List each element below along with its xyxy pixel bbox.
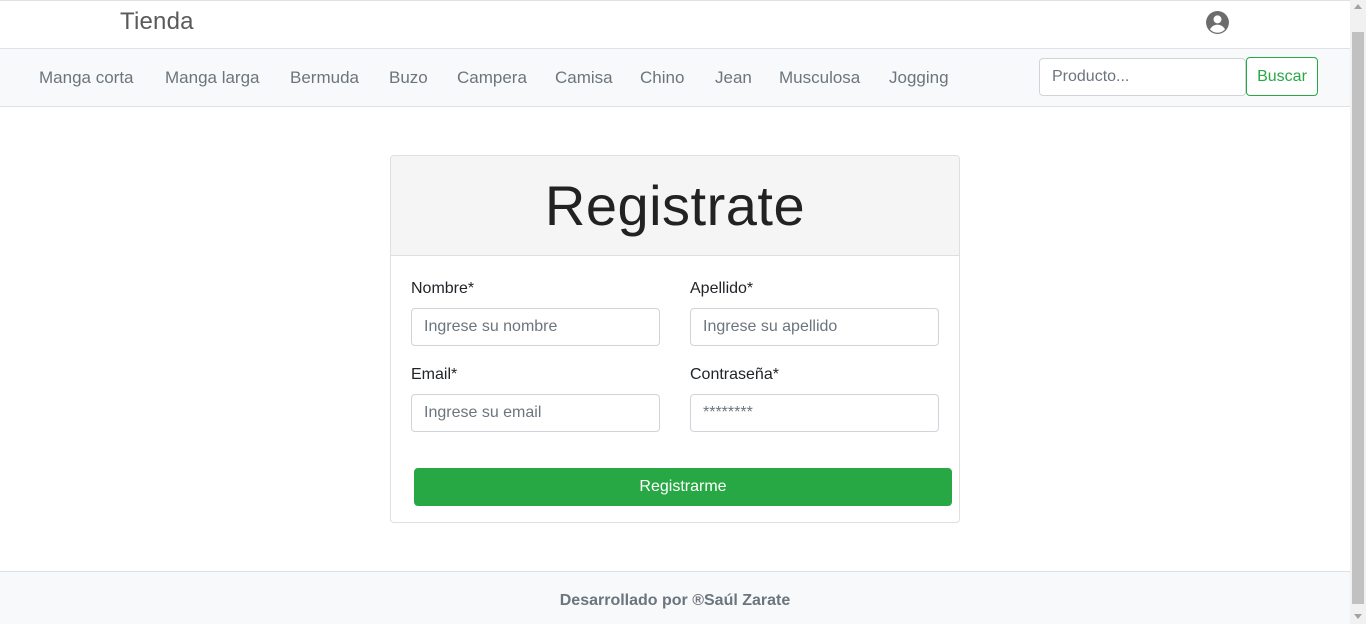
user-circle-icon[interactable] <box>1205 10 1230 35</box>
top-navbar: Tienda <box>0 0 1350 49</box>
register-card: Registrate Nombre* Apellido* Email* Cont… <box>390 155 960 523</box>
scrollbar-thumb[interactable] <box>1352 32 1364 604</box>
nombre-field[interactable] <box>411 308 660 346</box>
scroll-up-arrow-icon[interactable] <box>1354 4 1362 9</box>
email-field[interactable] <box>411 394 660 432</box>
category-navbar: Manga corta Manga larga Bermuda Buzo Cam… <box>0 49 1350 107</box>
register-button[interactable]: Registrarme <box>414 468 952 506</box>
product-search-input[interactable] <box>1039 58 1246 96</box>
search-button[interactable]: Buscar <box>1246 57 1318 96</box>
password-label: Contraseña* <box>690 366 779 383</box>
footer: Desarrollado por ®Saúl Zarate <box>0 571 1350 624</box>
apellido-label: Apellido* <box>690 280 754 297</box>
category-link-manga-corta[interactable]: Manga corta <box>39 68 134 88</box>
category-link-manga-larga[interactable]: Manga larga <box>165 68 260 88</box>
apellido-field[interactable] <box>690 308 939 346</box>
category-link-musculosa[interactable]: Musculosa <box>779 68 860 88</box>
nombre-label: Nombre* <box>411 280 475 297</box>
register-card-header: Registrate <box>391 156 959 256</box>
email-label: Email* <box>411 366 458 383</box>
category-link-jogging[interactable]: Jogging <box>889 68 949 88</box>
vertical-scrollbar[interactable] <box>1350 0 1366 624</box>
password-field[interactable] <box>690 394 939 432</box>
footer-credit: Desarrollado por ®Saúl Zarate <box>559 592 791 609</box>
category-link-chino[interactable]: Chino <box>640 68 684 88</box>
scroll-down-arrow-icon[interactable] <box>1354 614 1362 619</box>
category-link-jean[interactable]: Jean <box>715 68 752 88</box>
category-link-bermuda[interactable]: Bermuda <box>290 68 359 88</box>
brand-link[interactable]: Tienda <box>120 8 194 36</box>
page-title: Registrate <box>544 174 806 237</box>
category-link-buzo[interactable]: Buzo <box>389 68 428 88</box>
category-link-camisa[interactable]: Camisa <box>555 68 613 88</box>
category-link-campera[interactable]: Campera <box>457 68 527 88</box>
